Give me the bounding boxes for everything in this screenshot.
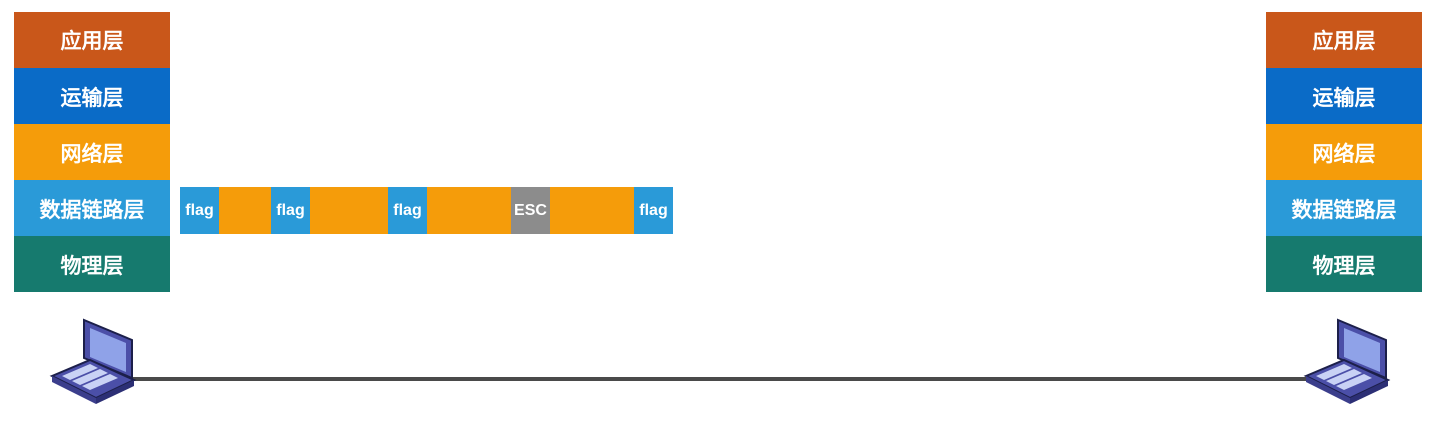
left-layer-network: 网络层 — [14, 124, 170, 180]
laptop-icon — [1300, 316, 1396, 412]
right-layer-network: 网络层 — [1266, 124, 1422, 180]
right-layer-datalink: 数据链路层 — [1266, 180, 1422, 236]
right-protocol-stack: 应用层 运输层 网络层 数据链路层 物理层 — [1266, 12, 1422, 292]
frame-data-segment — [310, 187, 388, 234]
left-protocol-stack: 应用层 运输层 网络层 数据链路层 物理层 — [14, 12, 170, 292]
frame-data-segment — [550, 187, 634, 234]
physical-link — [110, 377, 1330, 381]
left-layer-physical: 物理层 — [14, 236, 170, 292]
laptop-icon — [46, 316, 142, 412]
left-layer-datalink: 数据链路层 — [14, 180, 170, 236]
right-layer-application: 应用层 — [1266, 12, 1422, 68]
frame-data-segment — [219, 187, 271, 234]
right-layer-transport: 运输层 — [1266, 68, 1422, 124]
right-layer-physical: 物理层 — [1266, 236, 1422, 292]
frame-flag-end: flag — [634, 187, 673, 234]
frame-esc: ESC — [511, 187, 550, 234]
frame-data-segment — [427, 187, 511, 234]
left-layer-transport: 运输层 — [14, 68, 170, 124]
datalink-frame: flag flag flag ESC flag — [180, 187, 673, 234]
frame-flag-start: flag — [180, 187, 219, 234]
frame-data-flag: flag — [388, 187, 427, 234]
frame-data-flag: flag — [271, 187, 310, 234]
left-layer-application: 应用层 — [14, 12, 170, 68]
